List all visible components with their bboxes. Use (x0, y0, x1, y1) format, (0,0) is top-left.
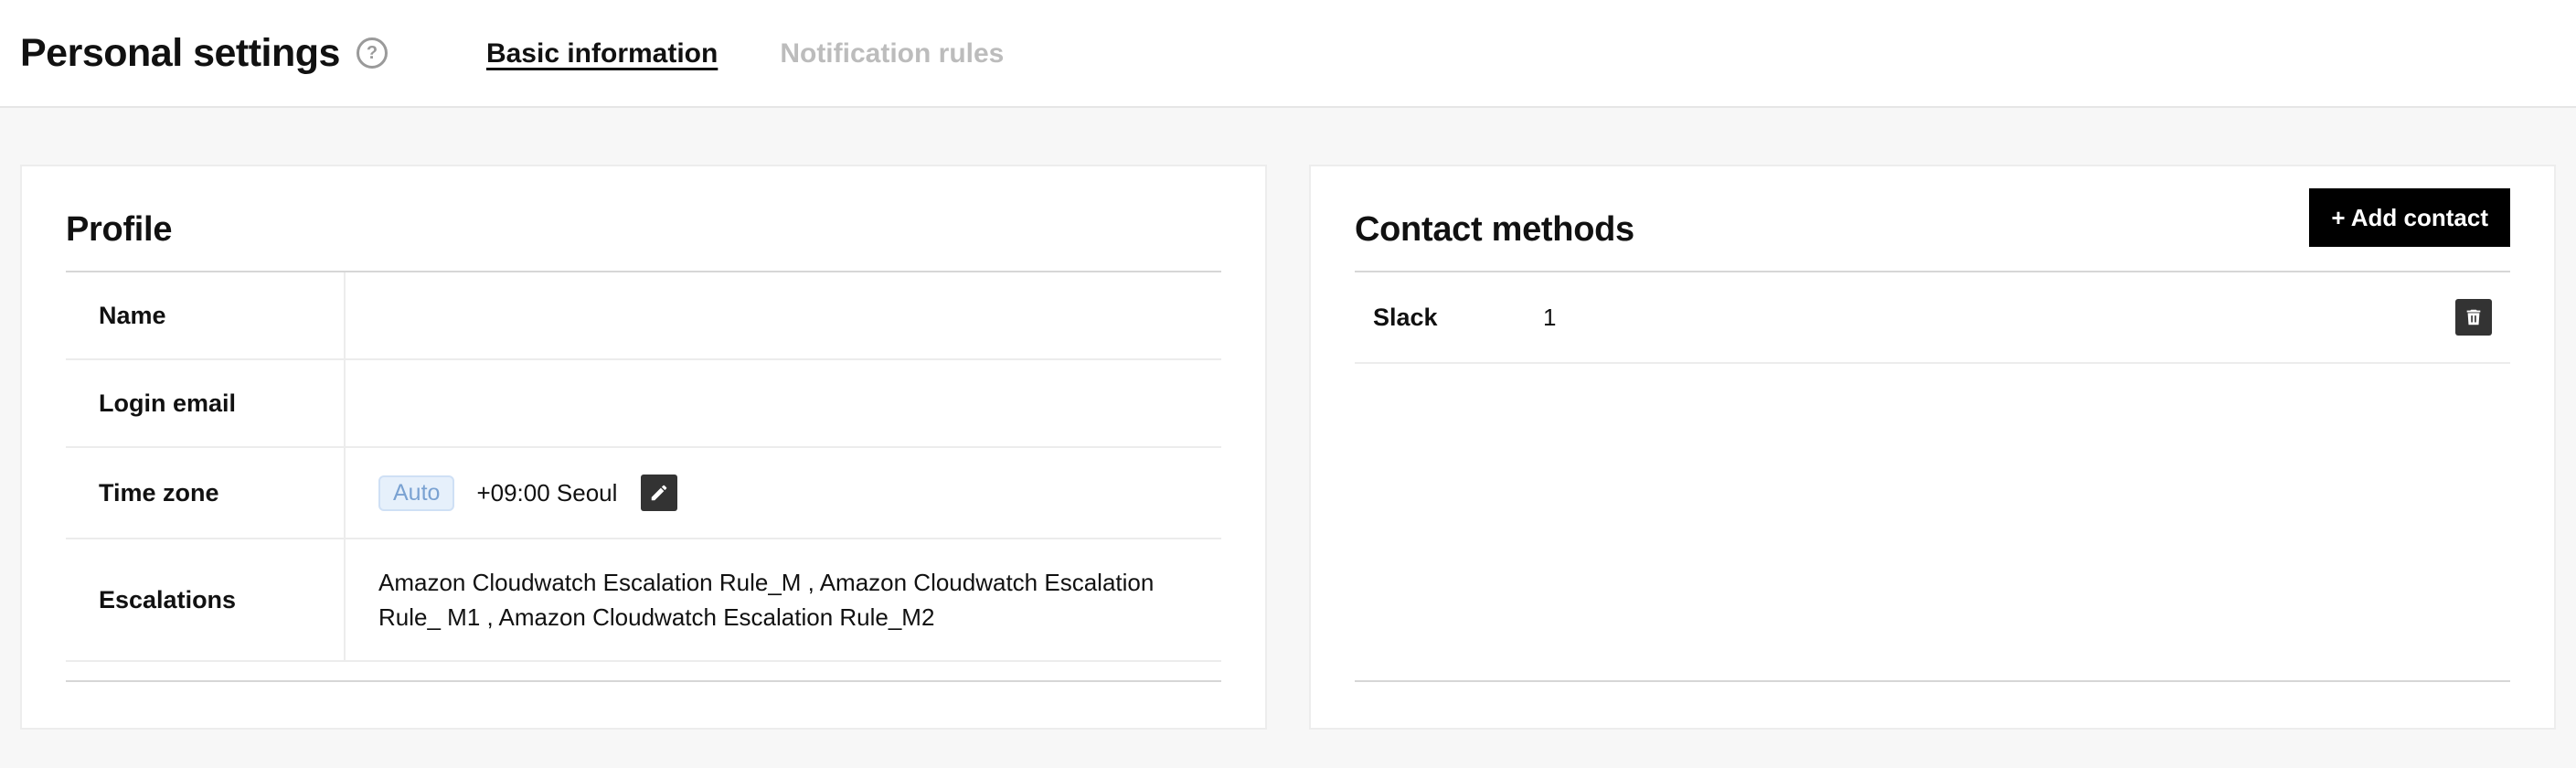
edit-time-zone-button[interactable] (641, 475, 678, 511)
divider (1355, 680, 2510, 682)
contact-methods-title: Contact methods (1355, 210, 1634, 249)
profile-title: Profile (66, 210, 173, 249)
time-zone-value: Auto +09:00 Seoul (346, 448, 1221, 538)
contact-methods-panel: Contact methods + Add contact Slack 1 (1309, 165, 2556, 730)
auto-badge: Auto (378, 475, 455, 511)
login-email-value (346, 360, 1221, 446)
contact-list: Slack 1 (1355, 272, 2510, 364)
escalations-value: Amazon Cloudwatch Escalation Rule_M , Am… (378, 569, 1155, 631)
tab-basic-information[interactable]: Basic information (486, 37, 718, 69)
profile-row-time-zone: Time zone Auto +09:00 Seoul (66, 448, 1221, 539)
login-email-label: Login email (66, 360, 346, 446)
time-zone-text: +09:00 Seoul (476, 478, 618, 507)
profile-row-login-email: Login email (66, 360, 1221, 448)
pencil-icon (652, 485, 667, 501)
escalations-label: Escalations (66, 539, 346, 660)
delete-contact-button[interactable] (2455, 299, 2492, 336)
profile-row-name: Name (66, 272, 1221, 360)
name-label: Name (66, 272, 346, 358)
trash-icon (2466, 309, 2481, 325)
contact-row: Slack 1 (1355, 272, 2510, 364)
question-circle-icon[interactable]: ? (356, 37, 388, 69)
contact-value: 1 (1543, 303, 1557, 331)
contact-type: Slack (1373, 303, 1438, 331)
divider (66, 680, 1221, 682)
top-bar: Personal settings ? Basic information No… (0, 0, 2576, 108)
profile-table: Name Login email Time zone Auto +09:00 S… (66, 272, 1221, 662)
add-contact-button[interactable]: + Add contact (2309, 188, 2510, 247)
profile-panel: Profile Name Login email Time zone Auto … (20, 165, 1267, 730)
time-zone-label: Time zone (66, 448, 346, 538)
name-value (346, 272, 1221, 358)
tab-notification-rules[interactable]: Notification rules (780, 37, 1004, 69)
tab-bar: Basic information Notification rules (486, 37, 1004, 69)
page-title: Personal settings (20, 30, 340, 75)
profile-row-escalations: Escalations Amazon Cloudwatch Escalation… (66, 539, 1221, 662)
